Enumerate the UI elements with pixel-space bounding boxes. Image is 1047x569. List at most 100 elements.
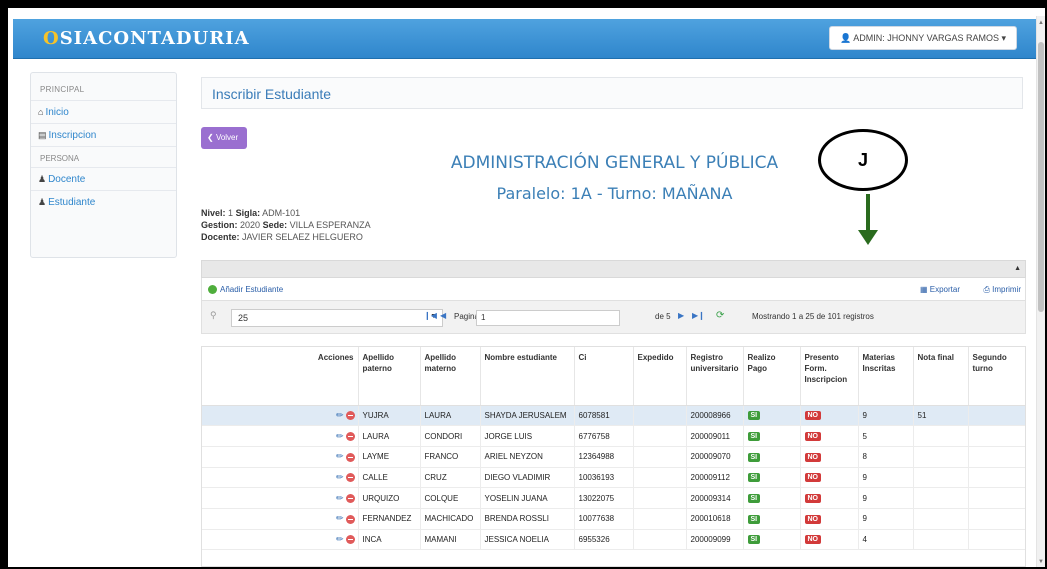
column-header[interactable]: Presento Form. Inscripcion (800, 347, 859, 406)
cell-nombre: SHAYDA JERUSALEM (480, 405, 575, 427)
back-label: Volver (215, 133, 239, 142)
column-header[interactable]: Segundo turno (968, 347, 1025, 406)
edit-pencil-icon[interactable]: ✏ (336, 431, 344, 441)
edit-pencil-icon[interactable]: ✏ (336, 472, 344, 482)
cell-form: NO (800, 487, 859, 509)
grid-caption-bar: ▲ (201, 260, 1026, 278)
delete-icon[interactable] (345, 411, 355, 421)
column-header[interactable]: Registro universitario (686, 347, 744, 406)
next-page-icon[interactable]: ▶ (678, 311, 684, 320)
row-actions: ✏ (202, 425, 359, 447)
delete-icon[interactable] (345, 514, 355, 524)
column-header[interactable]: Nota final (913, 347, 969, 406)
cell-pago: SI (743, 405, 801, 427)
brand-logo[interactable]: OSIACONTADURIA (43, 28, 250, 49)
table-row[interactable]: ✏ URQUIZO COLQUE YOSELIN JUANA 13022075 20000… (202, 487, 1025, 509)
sigla-value: ADM-101 (262, 208, 301, 218)
column-header[interactable]: Ci (574, 347, 634, 406)
edit-pencil-icon[interactable]: ✏ (336, 513, 344, 523)
delete-icon[interactable] (345, 452, 355, 462)
edit-pencil-icon[interactable]: ✏ (336, 410, 344, 420)
annotation-arrow-shaft (866, 194, 870, 232)
cell-materias: 4 (858, 529, 914, 551)
collapse-grid-icon[interactable]: ▲ (1014, 265, 1021, 272)
page-scrollbar[interactable]: ▲ ▼ (1036, 16, 1045, 567)
table-row[interactable]: ✏ YUJRA LAURA SHAYDA JERUSALEM 6078581 200008… (202, 405, 1025, 427)
scroll-up-icon[interactable]: ▲ (1038, 20, 1044, 26)
cell-pago: SI (743, 425, 801, 447)
cell-expedido (633, 529, 687, 551)
back-button[interactable]: ❮ Volver (201, 127, 247, 149)
payment-badge: SI (747, 411, 761, 421)
table-row[interactable]: ✏ LAURA CONDORI JORGE LUIS 6776758 200009011 S… (202, 425, 1025, 447)
scroll-down-icon[interactable]: ▼ (1038, 559, 1044, 565)
course-subheading: Paralelo: 1A - Turno: MAÑANA (496, 184, 733, 203)
table-row[interactable]: ✏ INCA MAMANI JESSICA NOELIA 6955326 20000909… (202, 529, 1025, 551)
cell-registro: 200009070 (686, 446, 744, 468)
cell-materias: 9 (858, 508, 914, 530)
first-page-icon[interactable]: ❙◀ (424, 311, 437, 320)
sidebar-item-label: Inicio (45, 107, 69, 118)
rows-per-page-select[interactable]: 25 ▼ (231, 309, 443, 327)
scrollbar-thumb[interactable] (1038, 42, 1044, 312)
table-row[interactable]: ✏ LAYME FRANCO ARIEL NEYZON 12364988 20000907… (202, 446, 1025, 468)
search-icon[interactable]: ⚲ (210, 310, 217, 321)
nivel-value: 1 (228, 208, 234, 218)
cell-materias: 5 (858, 425, 914, 447)
sidebar-item-inscripcion[interactable]: ▤ Inscripcion (31, 123, 176, 146)
payment-badge: SI (747, 473, 761, 483)
row-actions: ✏ (202, 487, 359, 509)
form-badge: NO (804, 535, 821, 545)
gestion-label: Gestion: (201, 220, 238, 230)
cell-segundo (968, 425, 1025, 447)
delete-icon[interactable] (345, 431, 355, 441)
row-actions: ✏ (202, 405, 359, 427)
table-row[interactable]: ✏ FERNANDEZ MACHICADO BRENDA ROSSLI 10077638… (202, 508, 1025, 530)
cell-ci: 10077638 (574, 508, 634, 530)
column-header[interactable]: Apellido materno (420, 347, 481, 406)
form-badge: NO (804, 514, 821, 524)
column-header[interactable]: Acciones (202, 347, 359, 406)
user-menu-button[interactable]: 👤 ADMIN: JHONNY VARGAS RAMOS ▾ (829, 26, 1017, 50)
cell-paterno: CALLE (358, 467, 421, 489)
column-header[interactable]: Apellido paterno (358, 347, 421, 406)
add-student-button[interactable]: Añadir Estudiante (208, 285, 283, 295)
last-page-icon[interactable]: ▶❙ (692, 311, 705, 320)
export-button[interactable]: ▦ Exportar (920, 285, 960, 294)
payment-badge: SI (747, 535, 761, 545)
row-actions: ✏ (202, 446, 359, 468)
delete-icon[interactable] (345, 535, 355, 545)
cell-paterno: YUJRA (358, 405, 421, 427)
cell-registro: 200009112 (686, 467, 744, 489)
edit-pencil-icon[interactable]: ✏ (336, 493, 344, 503)
cell-ci: 6955326 (574, 529, 634, 551)
cell-pago: SI (743, 467, 801, 489)
edit-pencil-icon[interactable]: ✏ (336, 451, 344, 461)
folder-icon: ▤ (38, 130, 47, 140)
page-number-input[interactable]: 1 (476, 310, 620, 326)
print-button[interactable]: ⎙ Imprimir (983, 285, 1021, 295)
column-header[interactable]: Realizo Pago (743, 347, 801, 406)
cell-paterno: FERNANDEZ (358, 508, 421, 530)
prev-page-icon[interactable]: ◀ (440, 311, 446, 320)
printer-icon: ⎙ (983, 285, 990, 294)
delete-icon[interactable] (345, 473, 355, 483)
sidebar-item-inicio[interactable]: ⌂ Inicio (31, 100, 176, 123)
delete-icon[interactable] (345, 493, 355, 503)
cell-expedido (633, 487, 687, 509)
edit-pencil-icon[interactable]: ✏ (336, 534, 344, 544)
column-header[interactable]: Materias Inscritas (858, 347, 914, 406)
refresh-icon[interactable]: ⟳ (716, 310, 724, 321)
column-header[interactable]: Expedido (633, 347, 687, 406)
cell-segundo (968, 529, 1025, 551)
form-badge: NO (804, 494, 821, 504)
cell-pago: SI (743, 487, 801, 509)
cell-nota (913, 467, 969, 489)
cell-paterno: LAYME (358, 446, 421, 468)
table-row[interactable]: ✏ CALLE CRUZ DIEGO VLADIMIR 10036193 20000911… (202, 467, 1025, 489)
cell-materno: COLQUE (420, 487, 481, 509)
grid-toolbar: Añadir Estudiante ▦ Exportar ⎙ Imprimir (201, 278, 1026, 300)
table-body: ✏ YUJRA LAURA SHAYDA JERUSALEM 6078581 200008… (202, 405, 1025, 551)
docente-line: Docente: JAVIER SELAEZ HELGUERO (201, 232, 363, 242)
column-header[interactable]: Nombre estudiante (480, 347, 575, 406)
